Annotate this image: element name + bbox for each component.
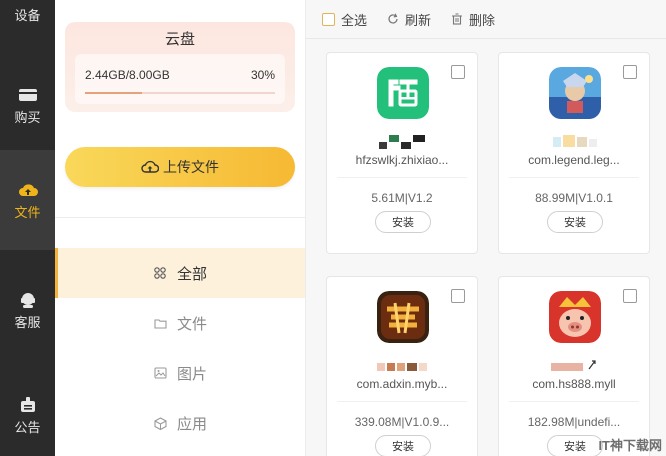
- image-icon: [153, 366, 167, 380]
- cloud-usage-bar-fill: [85, 92, 142, 94]
- file-checkbox[interactable]: [623, 65, 637, 79]
- sidebar-item-devices[interactable]: 设备: [0, 0, 55, 30]
- file-card[interactable]: com.legend.leg... 88.99M|V1.0.1 安装: [498, 52, 650, 254]
- file-card[interactable]: com.adxin.myb... 339.08M|V1.0.9... 安装: [326, 276, 478, 456]
- file-content-area: 全选 刷新 删除 hfzswlkj.zhixiao... 5.61M|V1.2 …: [305, 0, 666, 456]
- file-checkbox[interactable]: [451, 65, 465, 79]
- file-card[interactable]: com.hs888.myll 182.98M|undefi... 安装: [498, 276, 650, 456]
- delete-label: 删除: [469, 12, 496, 28]
- tab-label: 图片: [177, 365, 208, 383]
- legend-game-icon: [549, 67, 601, 119]
- select-all-label: 全选: [341, 12, 368, 28]
- cloud-usage-bar: [85, 92, 275, 94]
- divider: [337, 177, 467, 178]
- divider: [509, 401, 639, 402]
- sidebar-item-support[interactable]: 客服: [0, 275, 55, 345]
- obscured-app-name: [549, 359, 601, 373]
- divider: [306, 38, 666, 39]
- file-meta: 88.99M|V1.0.1: [535, 191, 613, 205]
- file-category-panel: 云盘 2.44GB/8.00GB 30% 上传文件 全部 文件 图片 应用: [55, 0, 305, 456]
- tab-files[interactable]: 文件: [55, 298, 305, 348]
- file-meta: 339.08M|V1.0.9...: [354, 415, 450, 429]
- upload-button-label: 上传文件: [163, 159, 219, 175]
- tab-all[interactable]: 全部: [55, 248, 305, 298]
- tab-label: 应用: [177, 415, 208, 433]
- app-box-icon: [153, 416, 167, 430]
- site-watermark: IT神下载网: [598, 438, 662, 453]
- sidebar-item-label: 购买: [14, 109, 41, 125]
- divider: [337, 401, 467, 402]
- file-meta: 5.61M|V1.2: [371, 191, 433, 205]
- notice-icon: [18, 396, 38, 414]
- divider: [509, 177, 639, 178]
- tab-label: 全部: [177, 265, 208, 283]
- cloud-storage-card: 云盘 2.44GB/8.00GB 30%: [65, 22, 295, 112]
- wallet-icon: [18, 86, 38, 104]
- folder-icon: [153, 316, 167, 330]
- sidebar-item-label: 文件: [14, 204, 41, 220]
- zhi-app-icon: [377, 67, 429, 119]
- select-all-checkbox[interactable]: 全选: [322, 10, 367, 29]
- sidebar-item-label: 公告: [14, 419, 41, 435]
- file-toolbar: 全选 刷新 删除: [306, 0, 666, 38]
- delete-button[interactable]: 删除: [451, 10, 495, 29]
- cloud-upload-icon: [18, 181, 38, 199]
- install-button[interactable]: 安装: [547, 211, 603, 233]
- sidebar-item-files[interactable]: 文件: [0, 150, 55, 250]
- cloud-percent-text: 30%: [250, 68, 275, 82]
- sidebar-item-label: 客服: [14, 314, 41, 330]
- cloud-title: 云盘: [164, 31, 195, 48]
- tab-apps[interactable]: 应用: [55, 398, 305, 448]
- obscured-app-name: [377, 359, 429, 373]
- main-sidebar: 设备 购买 文件 客服 公告: [0, 0, 55, 456]
- headset-icon: [18, 291, 38, 309]
- file-meta: 182.98M|undefi...: [527, 415, 621, 429]
- mojie-game-icon: [377, 291, 429, 343]
- trash-icon: [451, 13, 463, 25]
- tab-label: 文件: [177, 315, 208, 333]
- file-card[interactable]: hfzswlkj.zhixiao... 5.61M|V1.2 安装: [326, 52, 478, 254]
- app-window: 设备 购买 文件 客服 公告 云盘 2.44GB/8.00GB 30% 上传文件…: [0, 0, 666, 456]
- package-name: com.legend.leg...: [528, 153, 620, 167]
- obscured-app-name: [549, 135, 601, 149]
- cloud-used-text: 2.44GB/8.00GB: [85, 68, 170, 82]
- cloud-usage-box: 2.44GB/8.00GB 30%: [75, 54, 285, 104]
- sidebar-item-purchase[interactable]: 购买: [0, 70, 55, 140]
- grid-icon: [153, 266, 167, 280]
- install-button[interactable]: 安装: [375, 211, 431, 233]
- file-checkbox[interactable]: [623, 289, 637, 303]
- install-button[interactable]: 安装: [547, 435, 603, 456]
- checkbox-icon: [322, 12, 335, 26]
- refresh-label: 刷新: [405, 12, 432, 28]
- cloud-upload-icon: [141, 159, 160, 175]
- package-name: com.adxin.myb...: [356, 377, 448, 391]
- tab-images[interactable]: 图片: [55, 348, 305, 398]
- refresh-button[interactable]: 刷新: [387, 10, 431, 29]
- refresh-icon: [387, 13, 399, 25]
- pig-game-icon: [549, 291, 601, 343]
- sidebar-item-notice[interactable]: 公告: [0, 380, 55, 450]
- divider: [55, 217, 305, 218]
- obscured-app-name: [377, 135, 429, 149]
- install-button[interactable]: 安装: [375, 435, 431, 456]
- package-name: hfzswlkj.zhixiao...: [355, 153, 449, 167]
- sidebar-item-label: 设备: [14, 7, 41, 23]
- package-name: com.hs888.myll: [532, 377, 616, 391]
- upload-file-button[interactable]: 上传文件: [65, 147, 295, 187]
- file-checkbox[interactable]: [451, 289, 465, 303]
